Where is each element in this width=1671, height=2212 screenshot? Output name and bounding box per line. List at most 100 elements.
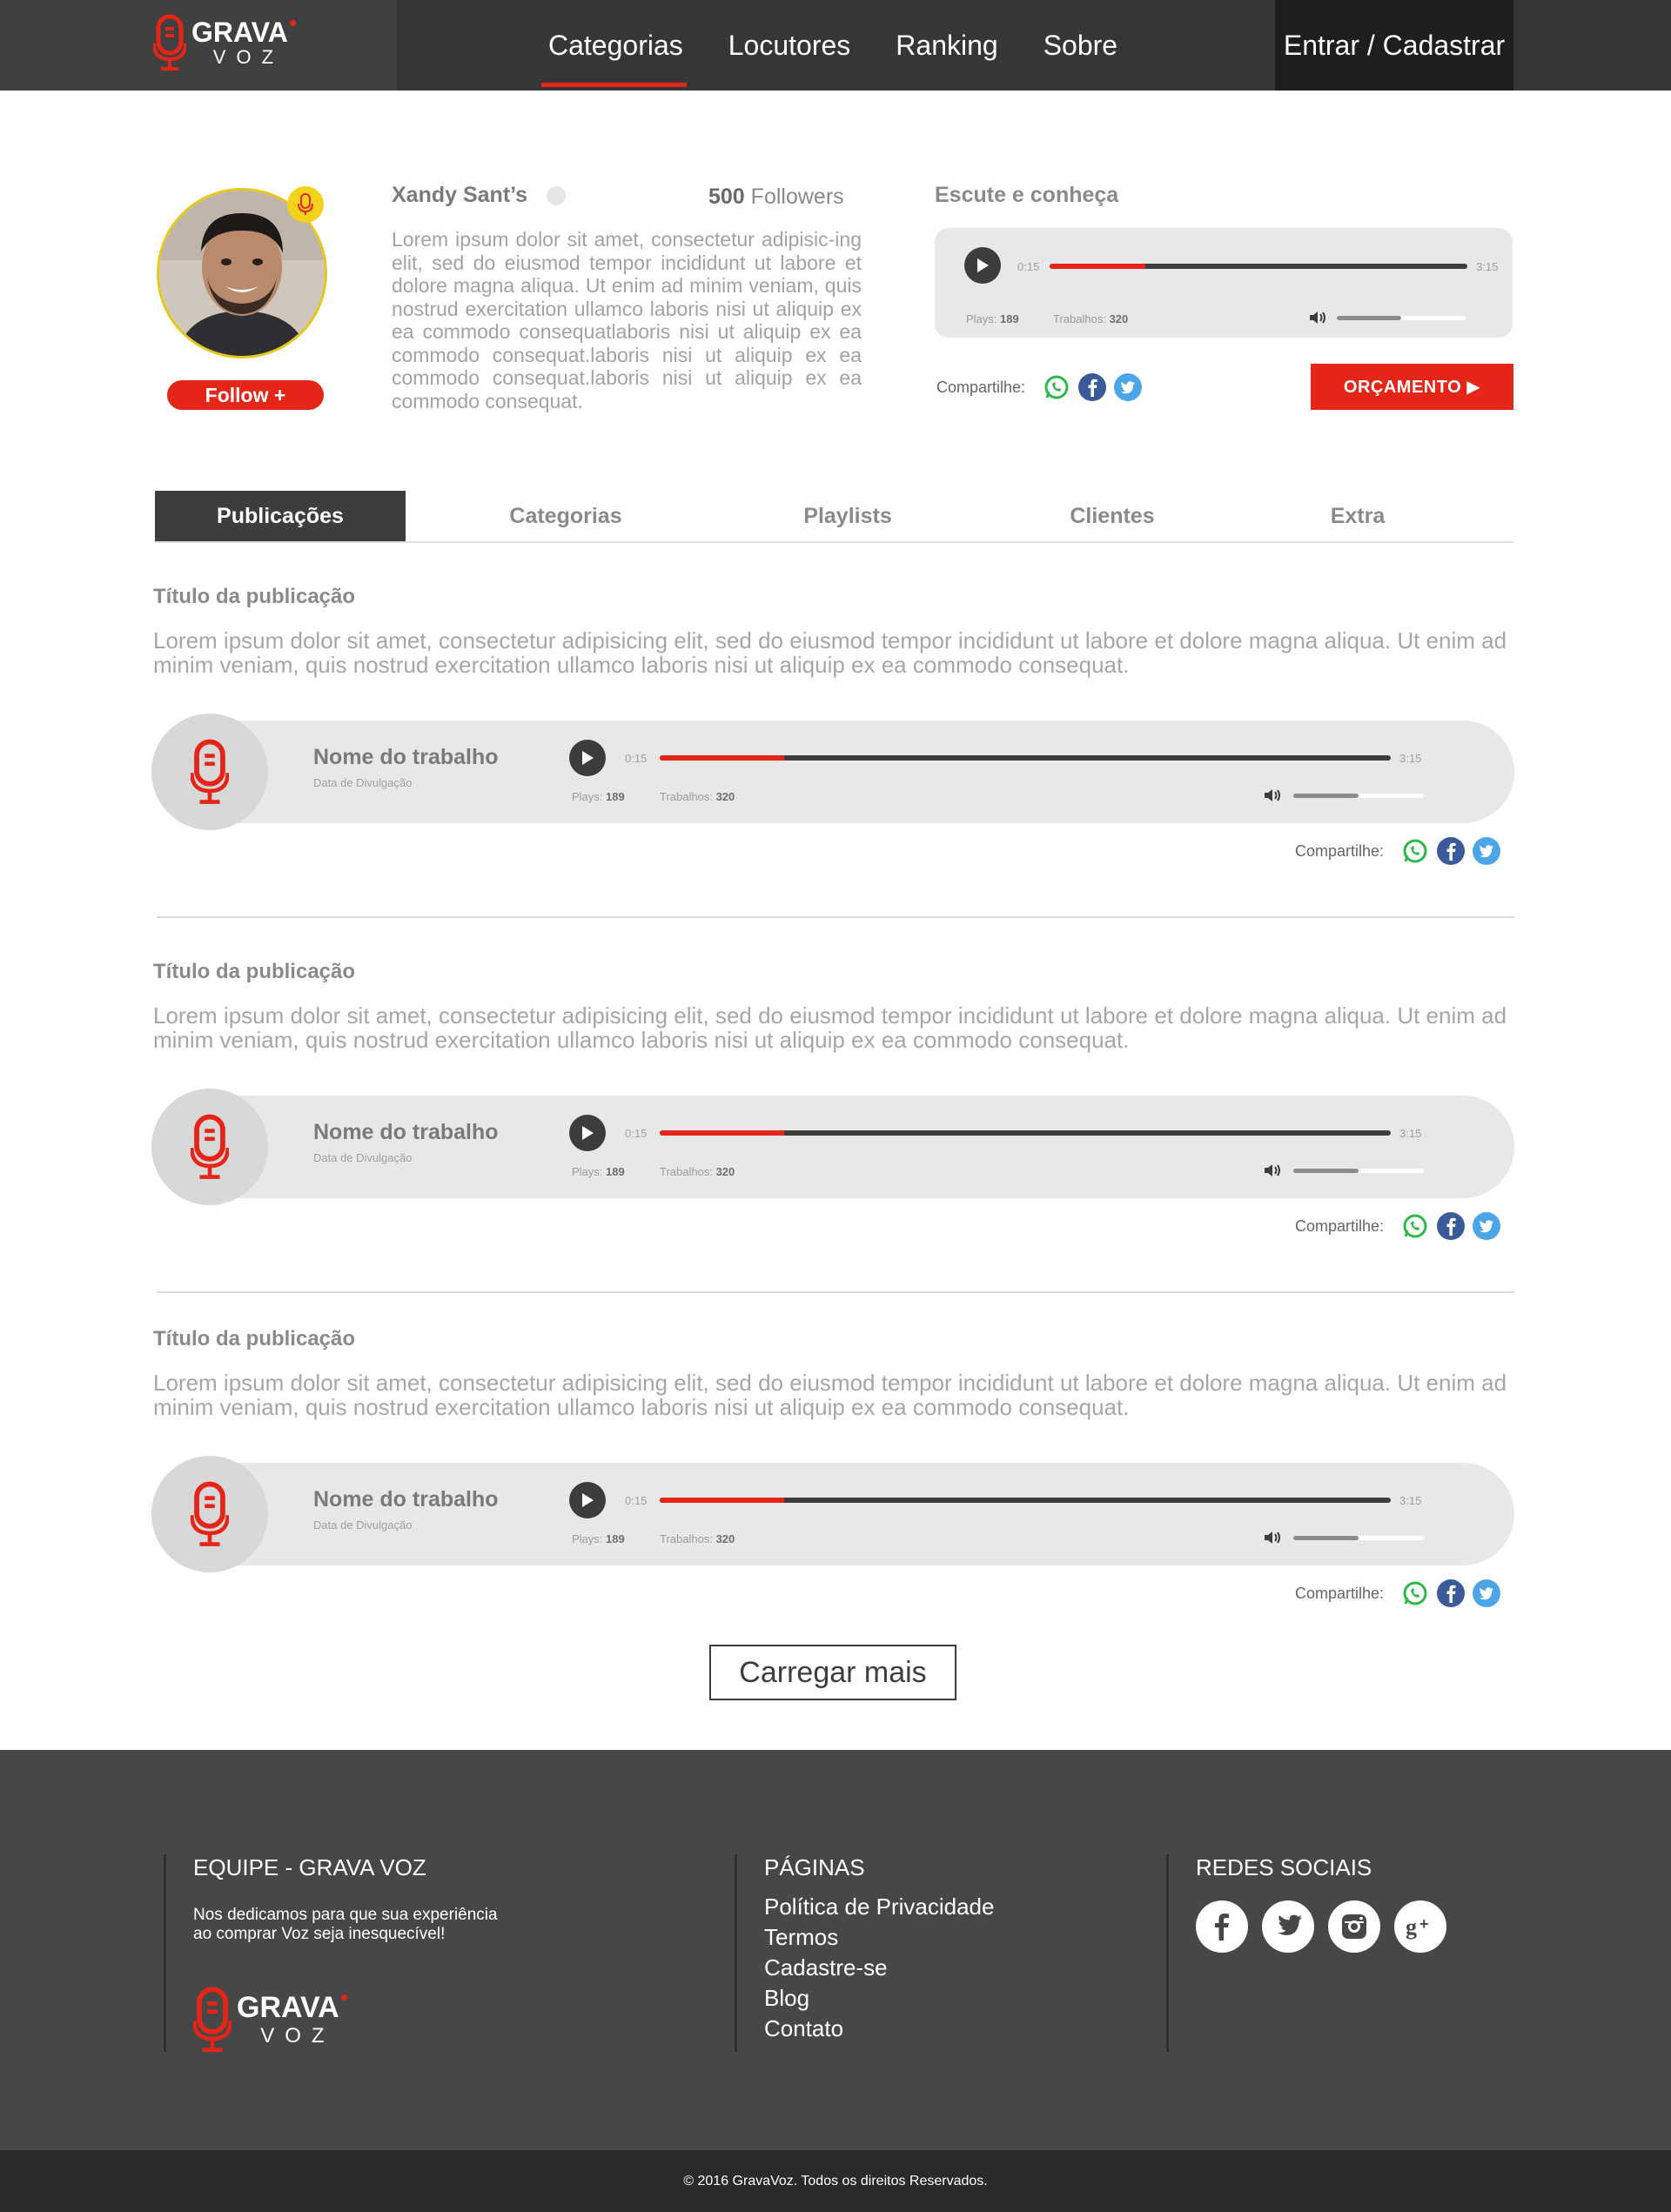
tab-publicacoes[interactable]: Publicações: [155, 491, 406, 541]
play-button[interactable]: [569, 1115, 606, 1151]
nav-ranking[interactable]: Ranking: [896, 0, 997, 90]
publication-title: Título da publicação: [153, 1327, 356, 1351]
works-value: 320: [1109, 312, 1129, 325]
google-plus-icon[interactable]: g +: [1394, 1900, 1446, 1953]
work-thumbnail: [151, 1089, 268, 1205]
plays-value: 189: [606, 790, 625, 803]
footer-link-privacy[interactable]: Política de Privacidade: [764, 1892, 1083, 1922]
progress-bar[interactable]: [1050, 264, 1467, 269]
progress-bar[interactable]: [660, 755, 1391, 761]
footer-team-title: EQUIPE - GRAVA VOZ: [193, 1854, 426, 1880]
listen-title: Escute e conheça: [935, 183, 1119, 207]
plays-count: Plays: 189: [572, 1532, 625, 1545]
profile-player: 0:15 3:15 Plays: 189 Trabalhos: 320: [935, 228, 1513, 338]
whatsapp-icon[interactable]: [1043, 373, 1070, 401]
facebook-icon[interactable]: [1437, 1579, 1466, 1607]
twitter-icon[interactable]: [1473, 837, 1501, 865]
works-label: Trabalhos:: [1053, 312, 1106, 325]
instagram-icon[interactable]: [1328, 1900, 1380, 1953]
work-player: Nome do trabalho Data de Divulgação 0:15…: [151, 1096, 1514, 1198]
work-thumbnail: [151, 714, 268, 830]
plays-count: Plays: 189: [966, 312, 1019, 325]
works-label: Trabalhos:: [660, 1532, 713, 1545]
whatsapp-icon[interactable]: [1401, 837, 1429, 865]
volume-fill: [1293, 1169, 1359, 1173]
progress-fill: [660, 1498, 784, 1503]
works-value: 320: [715, 1165, 735, 1178]
play-button[interactable]: [569, 740, 606, 776]
whatsapp-icon[interactable]: [1401, 1212, 1429, 1240]
site-logo[interactable]: GRAVA VOZ: [153, 14, 296, 71]
share-label: Compartilhe:: [1295, 841, 1385, 860]
volume-icon[interactable]: [1309, 310, 1328, 325]
current-time: 0:15: [625, 752, 648, 765]
work-date: Data de Divulgação: [313, 776, 413, 789]
footer-link-terms[interactable]: Termos: [764, 1922, 1083, 1953]
tab-extra[interactable]: Extra: [1253, 491, 1462, 541]
current-time: 0:15: [625, 1127, 648, 1140]
whatsapp-icon[interactable]: [1401, 1579, 1429, 1607]
tab-playlists[interactable]: Playlists: [743, 491, 952, 541]
publication-text: Lorem ipsum dolor sit amet, consectetur …: [153, 1002, 1507, 1053]
plays-label: Plays:: [966, 312, 997, 325]
facebook-icon[interactable]: [1437, 837, 1466, 865]
budget-button[interactable]: ORÇAMENTO ▶: [1311, 364, 1513, 410]
logo-wordmark: GRAVA: [191, 17, 296, 48]
share-label: Compartilhe:: [936, 378, 1026, 396]
logo-subword: VOZ: [212, 46, 285, 68]
footer-link-contact[interactable]: Contato: [764, 2014, 1083, 2044]
play-button[interactable]: [964, 247, 1001, 284]
works-count: Trabalhos: 320: [1053, 312, 1128, 325]
progress-bar[interactable]: [660, 1498, 1391, 1503]
work-date: Data de Divulgação: [313, 1518, 413, 1532]
load-more-button[interactable]: Carregar mais: [709, 1645, 956, 1700]
logo-subword: VOZ: [260, 2024, 335, 2048]
publication-share-row: Compartilhe:: [1295, 837, 1508, 865]
plays-label: Plays:: [572, 1532, 603, 1545]
volume-icon[interactable]: [1264, 1163, 1283, 1178]
twitter-icon[interactable]: [1114, 373, 1143, 401]
twitter-icon[interactable]: [1473, 1212, 1501, 1240]
twitter-icon[interactable]: [1473, 1579, 1501, 1607]
facebook-icon[interactable]: [1078, 373, 1107, 401]
tab-clientes[interactable]: Clientes: [1008, 491, 1217, 541]
footer-pages-column: PÁGINAS Política de Privacidade Termos C…: [735, 1854, 1083, 2052]
nav-locutores[interactable]: Locutores: [728, 0, 851, 90]
volume-icon[interactable]: [1264, 1530, 1283, 1545]
nav-categorias[interactable]: Categorias: [541, 0, 687, 90]
footer-pages-title: PÁGINAS: [764, 1854, 865, 1880]
footer-team-desc-line: ao comprar Voz seja inesquecível!: [193, 1925, 446, 1943]
microphone-icon: [191, 1114, 229, 1179]
works-count: Trabalhos: 320: [660, 1165, 735, 1178]
follow-button[interactable]: Follow +: [167, 380, 324, 410]
work-name: Nome do trabalho: [313, 1487, 499, 1512]
speaker-badge-icon: [287, 186, 324, 223]
nav-sobre[interactable]: Sobre: [1044, 0, 1117, 90]
volume-icon[interactable]: [1264, 788, 1283, 803]
volume-fill: [1337, 316, 1401, 320]
footer-logo[interactable]: GRAVA VOZ: [193, 1984, 651, 2055]
volume-slider[interactable]: [1337, 316, 1466, 320]
svg-text:+: +: [1419, 1915, 1429, 1933]
volume-fill: [1293, 1536, 1359, 1540]
tab-categorias[interactable]: Categorias: [461, 491, 670, 541]
publication-text: Lorem ipsum dolor sit amet, consectetur …: [153, 627, 1507, 678]
duration: 3:15: [1476, 260, 1499, 273]
works-count: Trabalhos: 320: [660, 790, 735, 803]
progress-bar[interactable]: [660, 1130, 1391, 1136]
facebook-icon[interactable]: [1196, 1900, 1248, 1953]
duration: 3:15: [1399, 752, 1422, 765]
login-signup-button[interactable]: Entrar / Cadastrar: [1275, 0, 1513, 90]
footer-link-signup[interactable]: Cadastre-se: [764, 1953, 1083, 1983]
footer-link-blog[interactable]: Blog: [764, 1983, 1083, 2014]
play-button[interactable]: [569, 1482, 606, 1518]
facebook-icon[interactable]: [1437, 1212, 1466, 1240]
work-date: Data de Divulgação: [313, 1151, 413, 1164]
play-icon: [582, 1493, 594, 1507]
volume-slider[interactable]: [1293, 794, 1424, 798]
twitter-icon[interactable]: [1262, 1900, 1314, 1953]
volume-slider[interactable]: [1293, 1169, 1424, 1173]
followers-number: 500: [708, 184, 745, 209]
volume-slider[interactable]: [1293, 1536, 1424, 1540]
progress-fill: [660, 755, 784, 761]
